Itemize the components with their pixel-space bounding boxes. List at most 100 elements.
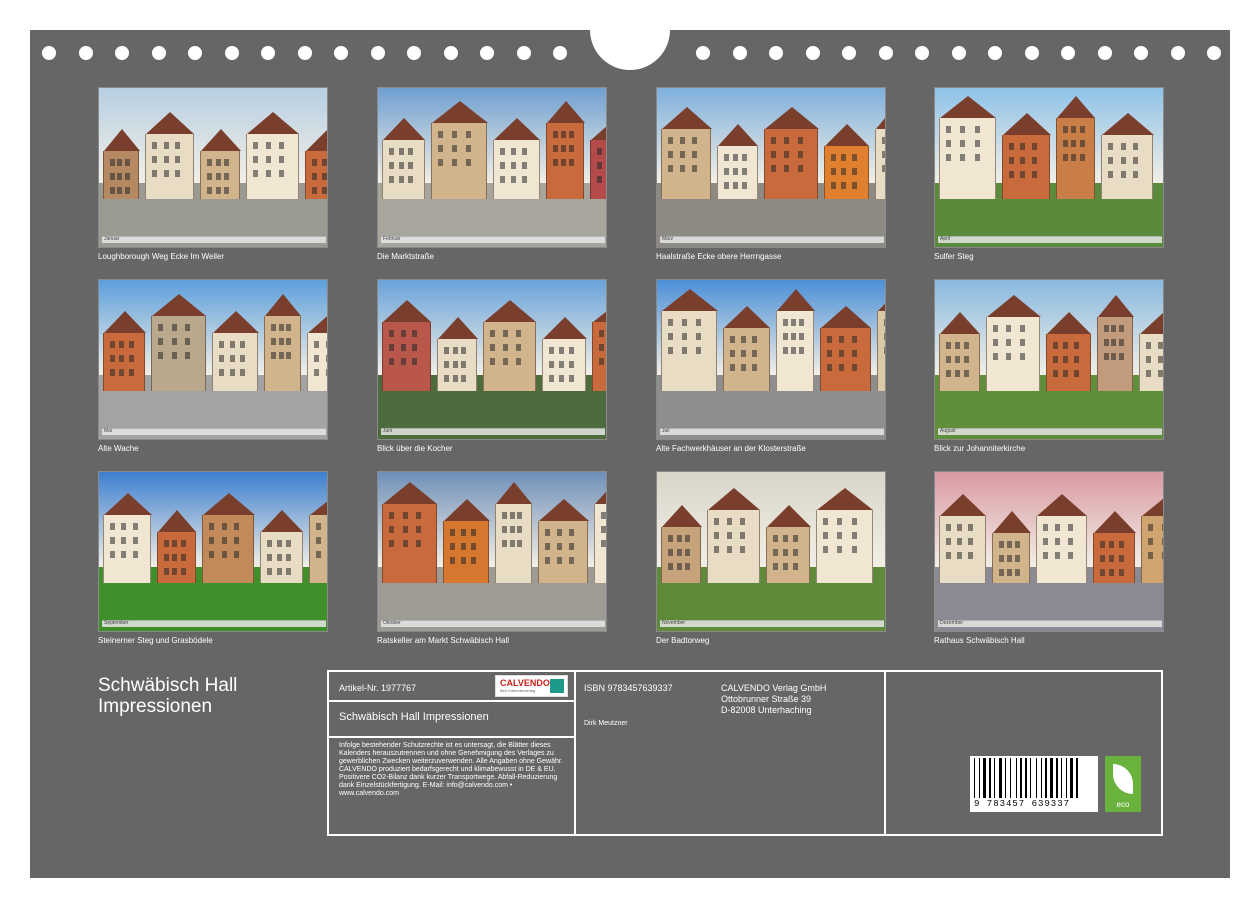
town-photo: April	[934, 87, 1164, 248]
barcode-bar	[1061, 758, 1062, 798]
month-label: Januar	[104, 236, 120, 242]
house	[151, 294, 206, 392]
binding-hole	[151, 46, 166, 60]
house	[824, 124, 869, 200]
town-photo: November	[656, 471, 886, 632]
binding-hole	[1134, 46, 1148, 60]
house	[1036, 494, 1087, 584]
barcode: 9 783457 639337	[970, 756, 1098, 812]
barcode-bar	[1041, 758, 1042, 798]
house	[776, 289, 815, 392]
publisher-address: CALVENDO Verlag GmbH Ottobrunner Straße …	[721, 683, 826, 716]
house	[264, 294, 301, 392]
photo-caption: Der Badtorweg	[656, 636, 710, 645]
binding-hole	[1061, 46, 1075, 60]
month-strip: Januar	[102, 236, 326, 243]
house	[309, 493, 327, 584]
binding-hole	[988, 46, 1002, 60]
month-label: Juli	[662, 428, 670, 434]
calendar-title-line1: Schwäbisch Hall	[98, 675, 238, 696]
photo-tile: April Sulfer Steg	[934, 87, 1164, 261]
photo-caption: Blick über die Kocher	[377, 444, 453, 453]
divider	[329, 700, 574, 702]
house	[260, 510, 303, 584]
barcode-bar	[999, 758, 1002, 798]
binding-hole	[480, 46, 494, 60]
divider	[574, 672, 576, 834]
info-box: Artikel-Nr. 1977767 CALVENDO Birh Kalend…	[327, 670, 1163, 836]
binding-hole	[334, 46, 348, 60]
month-label: März	[662, 236, 674, 242]
barcode-bar	[1045, 758, 1047, 798]
photo-tile: Juni Blick über die Kocher	[377, 279, 607, 453]
house	[431, 101, 488, 200]
house	[766, 505, 811, 584]
publisher-name: CALVENDO Verlag GmbH	[721, 683, 827, 693]
month-label: August	[940, 428, 956, 434]
house	[592, 300, 606, 392]
month-strip: November	[660, 620, 884, 627]
photo-caption: Blick zur Johanniterkirche	[934, 444, 1026, 453]
binding-hole	[915, 46, 929, 60]
town-photo: Mai	[98, 279, 328, 440]
house	[546, 101, 585, 200]
month-strip: Dezember	[938, 620, 1162, 627]
calvendo-logo-subtitle: Birh Kalenderverlag	[500, 688, 536, 693]
month-label: September	[104, 620, 129, 626]
house	[437, 317, 478, 392]
house	[1093, 511, 1136, 584]
binding-hole	[407, 46, 421, 60]
barcode-bar	[979, 758, 980, 798]
house	[1141, 494, 1163, 584]
binding-hole	[769, 46, 783, 60]
photo-caption: Steinerner Steg und Grasbödele	[98, 636, 213, 645]
month-strip: August	[938, 428, 1162, 435]
month-strip: Juli	[660, 428, 884, 435]
barcode-bar	[1030, 758, 1031, 798]
photo-tile: Februar Die Marktstraße	[377, 87, 607, 261]
month-strip: September	[102, 620, 326, 627]
binding-hole	[261, 46, 275, 60]
binding-hole	[115, 46, 129, 60]
photo-caption: Die Marktstraße	[377, 252, 434, 261]
month-strip: April	[938, 236, 1162, 243]
calvendo-logo: CALVENDO Birh Kalenderverlag	[495, 675, 568, 697]
hanger-cutout	[590, 30, 670, 70]
house	[200, 129, 241, 200]
binding-hole	[224, 46, 239, 60]
house	[661, 107, 712, 200]
town-photo: Februar	[377, 87, 607, 248]
barcode-bars	[974, 758, 1094, 798]
barcode-bar	[1016, 758, 1017, 798]
house	[202, 493, 255, 584]
month-strip: Oktober	[381, 620, 605, 627]
month-strip: Mai	[102, 428, 326, 435]
house	[939, 96, 996, 200]
binding-hole	[878, 46, 893, 60]
calvendo-logo-text: CALVENDO	[500, 678, 550, 688]
divider	[884, 672, 886, 834]
binding-hole	[78, 46, 93, 60]
leaf-icon	[1113, 764, 1133, 794]
house	[443, 499, 490, 584]
barcode-bar	[983, 758, 986, 798]
barcode-bar	[974, 758, 975, 798]
month-label: Mai	[104, 428, 113, 434]
house	[483, 300, 536, 392]
town-photo: August	[934, 279, 1164, 440]
house	[382, 118, 425, 200]
calendar-back-sheet: Januar Loughborough Weg Ecke Im Weiler Feb…	[30, 30, 1230, 878]
house	[717, 124, 758, 200]
house	[493, 118, 540, 200]
house	[1097, 295, 1134, 392]
barcode-bar	[1025, 758, 1027, 798]
house	[382, 300, 431, 392]
binding-hole	[188, 46, 202, 60]
binding-hole	[805, 46, 820, 60]
house	[542, 317, 587, 392]
photo-caption: Haalstraße Ecke obere Herrngasse	[656, 252, 782, 261]
house	[1002, 113, 1051, 200]
house	[103, 311, 146, 392]
house	[877, 289, 885, 392]
calvendo-logo-icon	[550, 679, 564, 693]
